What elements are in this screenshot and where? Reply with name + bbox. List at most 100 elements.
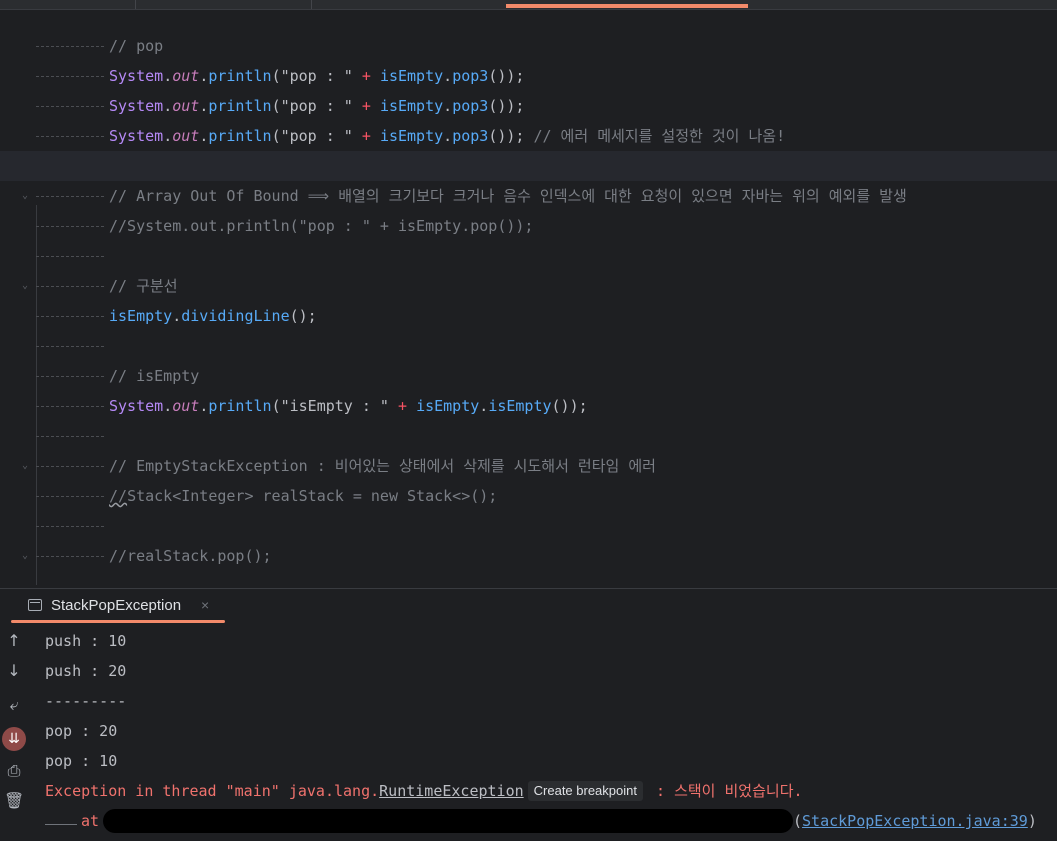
stack-indent-line	[45, 824, 77, 825]
close-paren: )	[1027, 812, 1037, 830]
code-token: // 구분선	[109, 277, 178, 295]
code-token: (	[271, 397, 281, 415]
code-token: ());	[488, 127, 525, 145]
code-token: .	[163, 397, 173, 415]
fold-icon[interactable]: ⌄	[22, 460, 32, 471]
code-token: ());	[551, 397, 588, 415]
fold-icon[interactable]: ⌄	[22, 550, 32, 561]
scroll-to-end-icon[interactable]: ⇊	[2, 727, 26, 751]
tab-separator	[135, 0, 136, 9]
code-text: System.out.println("pop : " + isEmpty.po…	[109, 61, 524, 91]
source-file-link[interactable]: StackPopException.java:39	[802, 812, 1028, 830]
code-token: out	[172, 67, 200, 85]
code-token: "isEmpty : "	[280, 397, 389, 415]
code-line[interactable]: //Stack<Integer> realStack = new Stack<>…	[0, 481, 1057, 511]
code-token: .	[199, 127, 209, 145]
code-line[interactable]: // isEmpty	[0, 361, 1057, 391]
trash-icon[interactable]: 🗑	[4, 791, 24, 811]
code-line[interactable]: ⌄ // Array Out Of Bound ⟹ 배열의 크기보다 크거나 음수…	[0, 181, 1057, 211]
code-line[interactable]: isEmpty.dividingLine();	[0, 301, 1057, 331]
code-token: // 에러 메세지를 설정한 것이 나옴!	[524, 127, 786, 145]
code-text: System.out.println("pop : " + isEmpty.po…	[109, 91, 524, 121]
code-token: isEmpty	[109, 307, 173, 325]
code-line[interactable]: System.out.println("pop : " + isEmpty.po…	[0, 61, 1057, 91]
code-text: // Array Out Of Bound ⟹ 배열의 크기보다 크거나 음수 …	[109, 181, 907, 211]
exception-class-link[interactable]: RuntimeException	[379, 782, 524, 800]
code-token: +	[352, 127, 380, 145]
code-text: // 구분선	[109, 271, 178, 301]
code-token: .	[443, 127, 453, 145]
code-token: println	[208, 397, 272, 415]
code-token: // pop	[109, 37, 164, 55]
code-token: println	[208, 97, 272, 115]
code-token: //System.out.println("pop : " + isEmpty.…	[109, 217, 534, 235]
code-token: .	[199, 97, 209, 115]
indent-guide	[36, 286, 104, 287]
code-line[interactable]	[0, 151, 1057, 181]
fold-icon[interactable]: ⌄	[22, 280, 32, 291]
console-output-line: push : 20	[45, 662, 127, 680]
indent-guide	[36, 316, 104, 317]
code-token: //realStack.pop();	[109, 547, 272, 565]
code-line[interactable]: System.out.println("pop : " + isEmpty.po…	[0, 121, 1057, 151]
code-text: // pop	[109, 31, 163, 61]
code-line[interactable]: ⌄ //realStack.pop();	[0, 541, 1057, 571]
console-output-line: ---------	[45, 692, 127, 710]
code-token: System	[109, 97, 164, 115]
code-line[interactable]: ⌄ // EmptyStackException : 비어있는 상태에서 삭제를 …	[0, 451, 1057, 481]
indent-guide	[36, 76, 104, 77]
code-line[interactable]: System.out.println("isEmpty : " + isEmpt…	[0, 391, 1057, 421]
code-line[interactable]: //System.out.println("pop : " + isEmpty.…	[0, 211, 1057, 241]
code-text: System.out.println("isEmpty : " + isEmpt…	[109, 391, 588, 421]
indent-guide	[36, 196, 104, 197]
indent-guide	[36, 106, 104, 107]
code-line[interactable]	[0, 241, 1057, 271]
code-text: //Stack<Integer> realStack = new Stack<>…	[109, 481, 497, 511]
tab-label: StackPopException	[51, 597, 182, 614]
run-console[interactable]: ↑ ↓ ⤶ ⇊ ⎙ 🗑 push : 10 push : 20 --------- pop : …	[0, 623, 1057, 841]
code-token: "pop : "	[280, 67, 353, 85]
code-token: .	[199, 397, 209, 415]
stack-location: (StackPopException.java:39)	[793, 806, 1037, 836]
code-line[interactable]	[0, 331, 1057, 361]
indent-guide	[36, 226, 104, 227]
code-line[interactable]	[0, 421, 1057, 451]
print-icon[interactable]: ⎙	[4, 761, 24, 781]
code-line[interactable]	[0, 511, 1057, 541]
code-editor[interactable]: // pop System.out.println("pop : " + isEm…	[0, 10, 1057, 588]
code-token: println	[208, 127, 272, 145]
indent-guide	[36, 406, 104, 407]
create-breakpoint-tooltip[interactable]: Create breakpoint	[527, 781, 643, 801]
code-token: .	[443, 67, 453, 85]
code-token: isEmpty	[488, 397, 552, 415]
code-token: "pop : "	[280, 127, 353, 145]
console-output-line: pop : 10	[45, 752, 118, 770]
code-token: (	[271, 127, 281, 145]
arrow-down-icon[interactable]: ↓	[4, 661, 24, 681]
tab-run-stackpopexception[interactable]: StackPopException ×	[11, 589, 225, 623]
close-icon[interactable]: ×	[201, 597, 209, 613]
code-token: System	[109, 397, 164, 415]
arrow-up-icon[interactable]: ↑	[4, 631, 24, 651]
code-token: // Array Out Of Bound ⟹ 배열의 크기보다 크거나 음수 …	[109, 187, 907, 205]
code-token: System	[109, 67, 164, 85]
active-tab-indicator[interactable]	[506, 4, 748, 8]
editor-tab-bar	[0, 0, 1057, 10]
code-text: // EmptyStackException : 비어있는 상태에서 삭제를 시…	[109, 451, 656, 481]
indent-guide	[36, 496, 104, 497]
indent-guide	[36, 526, 104, 527]
code-text: // isEmpty	[109, 361, 199, 391]
code-token: out	[172, 127, 200, 145]
code-line[interactable]: System.out.println("pop : " + isEmpty.po…	[0, 91, 1057, 121]
code-token: "pop : "	[280, 97, 353, 115]
redacted-region	[103, 809, 793, 833]
code-token: +	[352, 97, 380, 115]
code-text: System.out.println("pop : " + isEmpty.po…	[109, 121, 785, 151]
soft-wrap-icon[interactable]: ⤶	[4, 695, 24, 715]
fold-icon[interactable]: ⌄	[22, 190, 32, 201]
code-line[interactable]: // pop	[0, 31, 1057, 61]
stack-at-label: at	[81, 812, 100, 830]
indent-guide	[36, 256, 104, 257]
code-line[interactable]: ⌄ // 구분선	[0, 271, 1057, 301]
code-token: .	[479, 397, 489, 415]
